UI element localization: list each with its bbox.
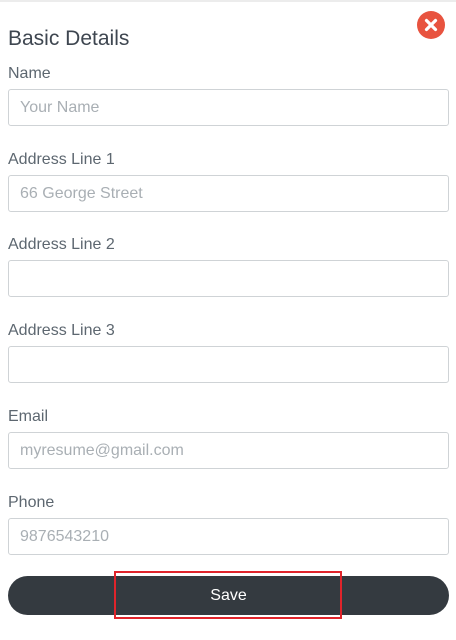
address-line-2-input[interactable]	[8, 260, 449, 297]
address-line-1-field-group: Address Line 1	[8, 150, 449, 212]
close-button[interactable]	[417, 11, 445, 39]
email-input[interactable]	[8, 432, 449, 469]
phone-input[interactable]	[8, 518, 449, 555]
address-line-3-input[interactable]	[8, 346, 449, 383]
top-divider	[0, 0, 456, 2]
basic-details-dialog: Basic Details Name Address Line 1 Addres…	[0, 0, 456, 640]
name-label: Name	[8, 65, 51, 82]
phone-field-group: Phone	[8, 493, 449, 555]
close-circle-icon	[424, 18, 438, 32]
address-line-3-label: Address Line 3	[8, 322, 115, 339]
dialog-title: Basic Details	[8, 27, 130, 50]
address-line-2-field-group: Address Line 2	[8, 235, 449, 297]
address-line-1-label: Address Line 1	[8, 151, 115, 168]
email-label: Email	[8, 408, 49, 425]
email-field-group: Email	[8, 407, 449, 469]
save-button-label: Save	[210, 586, 247, 604]
address-line-3-field-group: Address Line 3	[8, 321, 449, 383]
address-line-2-label: Address Line 2	[8, 236, 115, 253]
name-field-group: Name	[8, 64, 449, 126]
address-line-1-input[interactable]	[8, 175, 449, 212]
save-button[interactable]: Save	[8, 576, 449, 615]
phone-label: Phone	[8, 494, 55, 511]
name-input[interactable]	[8, 89, 449, 126]
